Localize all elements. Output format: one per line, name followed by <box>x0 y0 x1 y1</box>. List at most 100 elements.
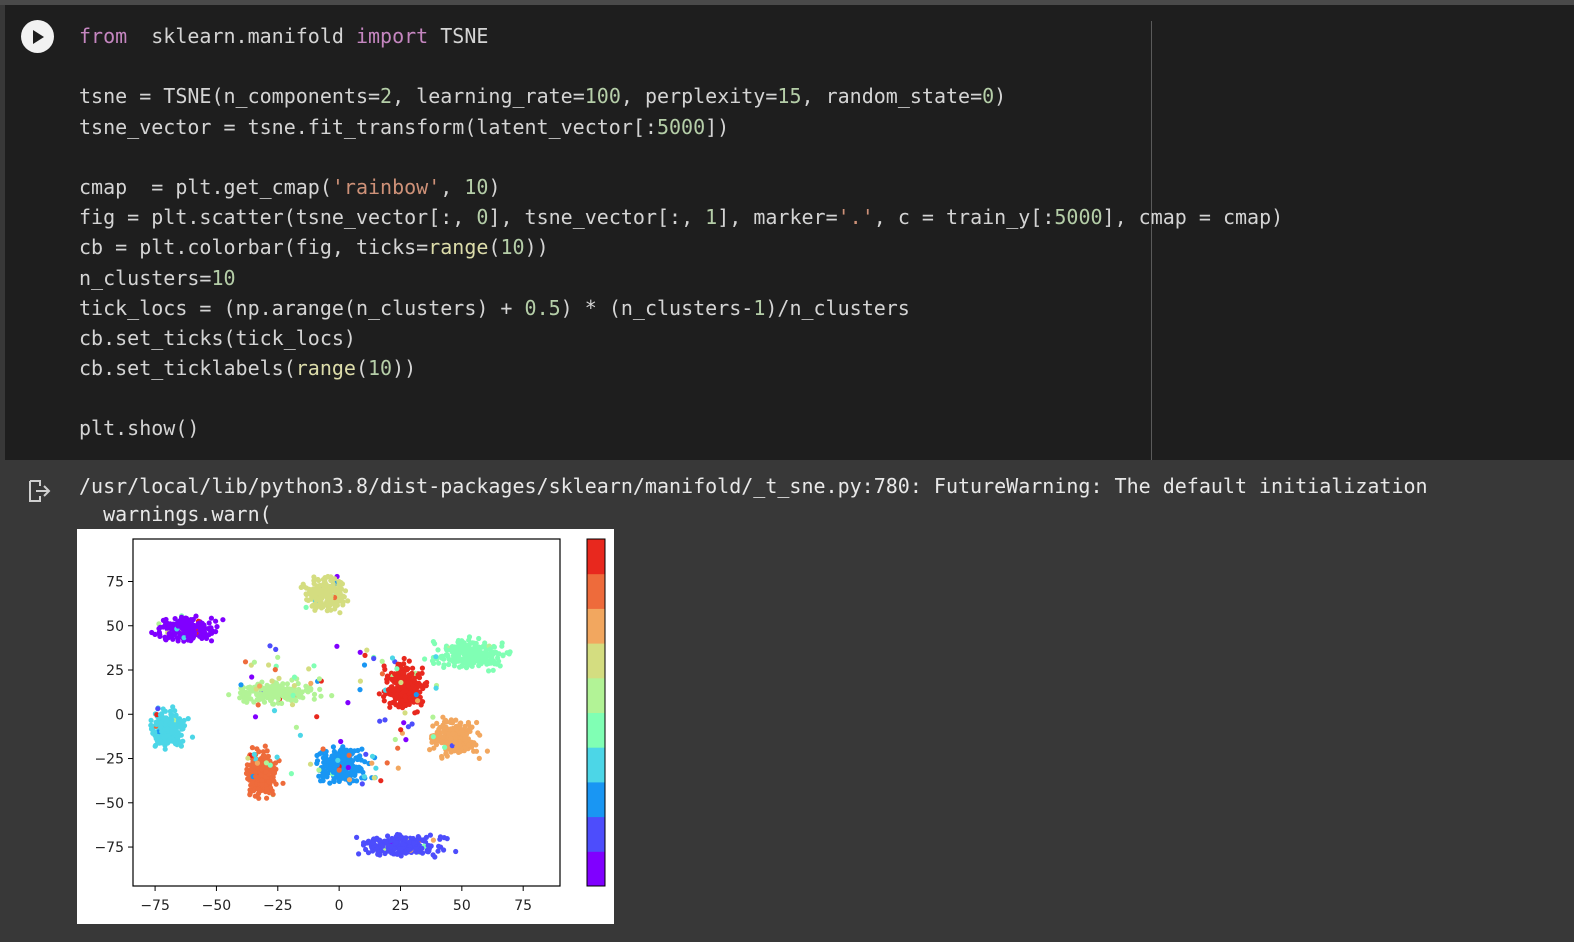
scatter-point <box>474 651 480 657</box>
scatter-point <box>329 693 335 699</box>
scatter-point <box>346 777 353 783</box>
scatter-point <box>438 739 444 745</box>
scatter-point <box>392 676 398 682</box>
scatter-point <box>168 625 174 632</box>
scatter-point <box>455 652 461 658</box>
code-line: cb.set_ticklabels(range(10)) <box>79 353 1283 383</box>
output-clear-icon[interactable] <box>26 478 52 504</box>
scatter-point <box>452 739 458 745</box>
scatter-point <box>327 595 333 602</box>
code-token: ], cmap = cmap) <box>1102 205 1284 230</box>
scatter-point <box>406 847 412 853</box>
scatter-point <box>276 675 282 681</box>
scatter-point <box>175 734 181 740</box>
scatter-point <box>409 721 415 727</box>
colorbar-segment <box>587 712 605 748</box>
scatter-point <box>453 659 459 665</box>
run-cell-button[interactable] <box>21 20 54 53</box>
scatter-point <box>490 667 496 673</box>
stderr-output: /usr/local/lib/python3.8/dist-packages/s… <box>79 472 1428 528</box>
scatter-point <box>374 846 380 852</box>
scatter-point <box>342 588 349 594</box>
scatter-point <box>340 602 346 608</box>
code-token: 'rainbow' <box>331 174 441 199</box>
code-token: 15 <box>777 84 802 109</box>
colorbar-segment <box>587 643 605 679</box>
scatter-point <box>245 755 251 761</box>
scatter-point <box>412 686 419 692</box>
code-token: ( <box>355 356 369 381</box>
scatter-point <box>464 731 470 737</box>
scatter-point <box>477 732 483 738</box>
code-token: n_clusters= <box>79 265 212 290</box>
scatter-point <box>410 665 416 671</box>
scatter-point <box>220 617 226 623</box>
code-token: ) <box>488 174 501 199</box>
scatter-point <box>244 699 250 705</box>
scatter-point <box>270 770 276 777</box>
scatter-point <box>226 692 232 698</box>
scatter-point <box>430 837 436 843</box>
scatter-point <box>434 729 440 735</box>
plot-output: −75 −50 −25 0 25 50 75 75 50 25 0 −25 −50 −75 <box>77 529 614 924</box>
scatter-point <box>378 778 384 784</box>
scatter-point <box>258 772 264 778</box>
scatter-point <box>316 767 322 773</box>
scatter-point <box>245 776 251 782</box>
scatter-points <box>148 573 513 860</box>
x-tick-label: −50 <box>202 898 232 914</box>
scatter-point <box>189 734 196 740</box>
scatter-point <box>274 690 280 696</box>
scatter-point <box>207 627 213 633</box>
scatter-point <box>197 620 203 626</box>
scatter-point <box>317 686 323 692</box>
scatter-point <box>180 726 186 732</box>
scatter-point <box>251 659 257 665</box>
code-line: n_clusters=10 <box>79 263 1283 293</box>
scatter-point <box>364 647 370 653</box>
scatter-point <box>249 674 255 680</box>
scatter-point <box>180 738 186 744</box>
scatter-point <box>357 678 363 684</box>
scatter-point <box>152 631 158 637</box>
code-token: 1 <box>705 205 718 230</box>
scatter-point <box>441 847 447 853</box>
scatter-point <box>164 726 170 732</box>
scatter-point <box>408 672 414 678</box>
scatter-point <box>473 645 479 651</box>
code-token: TSNE <box>428 24 489 48</box>
scatter-point <box>166 737 172 744</box>
scatter-point <box>499 643 505 649</box>
code-token: tick_locs = (np.arange(n_clusters) + <box>79 295 525 320</box>
scatter-point <box>357 649 363 655</box>
scatter-point <box>430 734 436 740</box>
scatter-point <box>395 765 401 771</box>
scatter-point <box>321 583 327 589</box>
scatter-point <box>187 621 193 627</box>
scatter-point <box>157 712 164 718</box>
scatter-point <box>313 590 320 596</box>
scatter-point <box>466 742 472 748</box>
scatter-point <box>450 647 456 653</box>
scatter-point <box>453 717 459 723</box>
scatter-point <box>318 693 324 699</box>
code-token: )) <box>392 356 417 381</box>
colorbar-segment <box>587 539 605 575</box>
scatter-point <box>384 760 390 766</box>
scatter-point <box>282 693 288 699</box>
scatter-point <box>311 663 317 669</box>
code-editor[interactable]: from sklearn.manifold import TSNE tsne =… <box>79 21 1283 444</box>
scatter-point <box>459 727 465 733</box>
scatter-point <box>475 658 481 664</box>
scatter-point <box>270 701 277 707</box>
scatter-point <box>382 717 388 723</box>
scatter-point <box>320 746 326 752</box>
scatter-point <box>489 655 495 661</box>
scatter-point <box>457 721 463 727</box>
scatter-point <box>335 757 341 763</box>
scatter-point <box>483 657 489 663</box>
code-line: tick_locs = (np.arange(n_clusters) + 0.5… <box>79 293 1283 323</box>
scatter-point <box>430 714 436 720</box>
scatter-point <box>377 838 383 844</box>
scatter-point <box>462 736 468 742</box>
